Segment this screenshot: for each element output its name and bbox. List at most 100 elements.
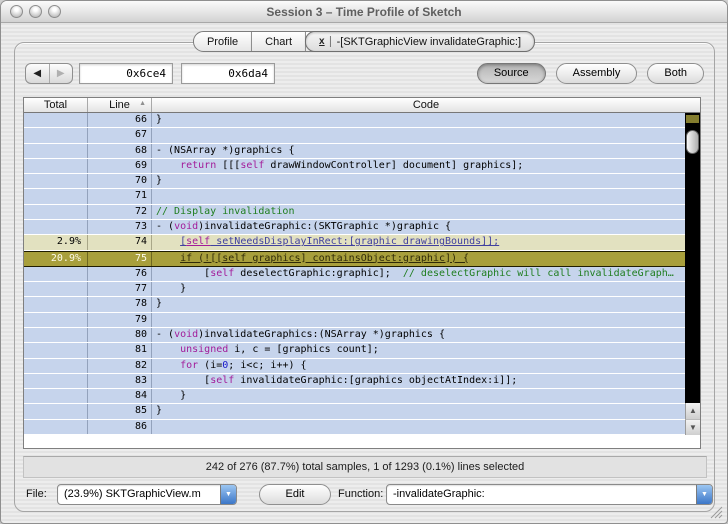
- table-row[interactable]: 83 [self invalidateGraphic:[graphics obj…: [24, 373, 700, 390]
- close-tab-icon[interactable]: x: [319, 36, 331, 47]
- table-row[interactable]: 70}: [24, 174, 700, 190]
- scroll-up-arrow-icon[interactable]: ▲: [685, 403, 700, 419]
- vertical-scrollbar[interactable]: ▲ ▼: [685, 113, 700, 435]
- column-header-line[interactable]: Line ▲: [88, 98, 152, 112]
- code-cell: }: [152, 389, 700, 403]
- tab-chart[interactable]: Chart: [252, 32, 307, 51]
- file-popup-menu[interactable]: (23.9%) SKTGraphicView.m ▼: [57, 484, 237, 505]
- tab-profile[interactable]: Profile: [194, 32, 253, 51]
- footer-controls: File: (23.9%) SKTGraphicView.m ▼ Edit Fu…: [15, 484, 714, 508]
- edit-button[interactable]: Edit: [259, 484, 331, 505]
- table-row[interactable]: 77 }: [24, 282, 700, 298]
- table-row[interactable]: 71: [24, 189, 700, 205]
- code-segment: self: [210, 267, 235, 279]
- source-view-button[interactable]: Source: [476, 63, 546, 84]
- code-segment: - (NSArray *)graphics {: [156, 144, 295, 156]
- line-number-cell: 79: [88, 312, 152, 327]
- code-cell: - (void)invalidateGraphic:(SKTGraphic *)…: [152, 220, 700, 234]
- table-row[interactable]: 80- (void)invalidateGraphics:(NSArray *)…: [24, 327, 700, 344]
- file-popup-value: (23.9%) SKTGraphicView.m: [64, 488, 201, 500]
- line-number-cell: 75: [88, 251, 152, 266]
- code-segment: void: [174, 220, 199, 232]
- scroll-down-arrow-icon[interactable]: ▼: [685, 419, 700, 435]
- total-percent-cell: [24, 219, 88, 235]
- table-row[interactable]: 68 - (NSArray *)graphics {: [24, 143, 700, 159]
- status-text: 242 of 276 (87.7%) total samples, 1 of 1…: [205, 461, 525, 473]
- table-row[interactable]: 20.9% 75 if (![[self graphics] containsOb…: [24, 250, 700, 267]
- code-segment: }: [156, 175, 163, 187]
- code-cell: return [[[self drawWindowController] doc…: [152, 159, 700, 173]
- scrollbar-thumb[interactable]: [686, 130, 699, 154]
- status-bar: 242 of 276 (87.7%) total samples, 1 of 1…: [23, 456, 707, 478]
- code-segment: return: [180, 159, 217, 171]
- tab-bar: Profile Chart x -[SKTGraphicView invalidate…: [192, 31, 536, 52]
- total-percent-cell: [24, 282, 88, 297]
- end-address-field[interactable]: 0x6da4: [181, 63, 275, 84]
- popup-arrow-icon[interactable]: ▼: [696, 485, 712, 504]
- close-window-button[interactable]: [10, 5, 23, 18]
- line-number-cell: 83: [88, 373, 152, 389]
- line-number-cell: 67: [88, 128, 152, 143]
- table-empty-area: [24, 435, 700, 448]
- table-row[interactable]: 76 [self deselectGraphic:graphic]; // de…: [24, 266, 700, 283]
- forward-arrow-icon[interactable]: ▶: [50, 64, 73, 83]
- history-nav-control[interactable]: ◀ ▶: [25, 63, 73, 84]
- code-table-body: 66} 67 68 - (NSArray *)graphics { 69 return …: [24, 113, 700, 435]
- code-cell: [152, 189, 700, 203]
- table-row[interactable]: 78}: [24, 297, 700, 313]
- sort-ascending-icon: ▲: [139, 100, 146, 107]
- tab-label: Profile: [206, 35, 239, 48]
- function-popup-value: -invalidateGraphic:: [393, 488, 485, 500]
- total-percent-cell: [24, 174, 88, 189]
- back-arrow-icon[interactable]: ◀: [26, 64, 50, 83]
- table-row[interactable]: 73- (void)invalidateGraphic:(SKTGraphic …: [24, 219, 700, 236]
- function-label: Function:: [338, 488, 384, 500]
- scrollbar-track[interactable]: [685, 113, 700, 403]
- code-segment: [[[: [216, 159, 241, 171]
- code-cell: }: [152, 297, 700, 311]
- line-number-cell: 77: [88, 282, 152, 297]
- code-segment: - (: [156, 328, 175, 340]
- code-segment: [: [156, 267, 211, 279]
- table-row[interactable]: 86: [24, 419, 700, 435]
- table-row[interactable]: 72 // Display invalidation: [24, 204, 700, 220]
- minimize-window-button[interactable]: [29, 5, 42, 18]
- total-percent-cell: [24, 266, 88, 282]
- table-row[interactable]: 66}: [24, 113, 700, 129]
- total-percent-cell: [24, 297, 88, 312]
- function-popup-menu[interactable]: -invalidateGraphic: ▼: [386, 484, 713, 505]
- line-number-cell: 72: [88, 204, 152, 219]
- table-row[interactable]: 67: [24, 128, 700, 144]
- zoom-window-button[interactable]: [48, 5, 61, 18]
- total-percent-cell: [24, 358, 88, 373]
- table-row[interactable]: 69 return [[[self drawWindowController] …: [24, 158, 700, 175]
- line-number-cell: 68: [88, 143, 152, 158]
- table-row[interactable]: 2.9% 74 [self setNeedsDisplayInRect:[grap…: [24, 235, 700, 251]
- code-segment: drawWindowController] document] graphics…: [264, 159, 524, 171]
- popup-arrow-icon[interactable]: ▼: [220, 485, 236, 504]
- code-segment: setNeedsDisplayInRect:[graphic drawingBo…: [210, 236, 500, 248]
- table-header: Total Line ▲ Code: [24, 98, 700, 113]
- table-row[interactable]: 81 unsigned i, c = [graphics count];: [24, 343, 700, 359]
- start-address-field[interactable]: 0x6ce4: [79, 63, 173, 84]
- table-row[interactable]: 82 for (i=0; i<c; i++) {: [24, 358, 700, 374]
- code-cell: }: [152, 282, 700, 296]
- table-row[interactable]: 85}: [24, 404, 700, 420]
- table-row[interactable]: 84 }: [24, 389, 700, 405]
- both-view-button[interactable]: Both: [647, 63, 704, 84]
- column-header-total[interactable]: Total: [24, 98, 88, 112]
- code-cell: }: [152, 113, 700, 127]
- code-segment: deselectGraphic:graphic];: [234, 267, 403, 279]
- code-cell: for (i=0; i<c; i++) {: [152, 359, 700, 373]
- total-percent-cell: 20.9%: [24, 251, 88, 266]
- line-number-cell: 78: [88, 297, 152, 312]
- tab-sktgraphicview-invalidategraphic[interactable]: x -[SKTGraphicView invalidateGraphic:]: [305, 31, 536, 52]
- assembly-view-button[interactable]: Assembly: [555, 63, 638, 84]
- code-segment: for: [180, 359, 199, 371]
- resize-grip-icon[interactable]: [708, 504, 723, 519]
- column-header-code[interactable]: Code: [152, 98, 700, 112]
- table-row[interactable]: 79: [24, 312, 700, 328]
- total-percent-cell: [24, 327, 88, 343]
